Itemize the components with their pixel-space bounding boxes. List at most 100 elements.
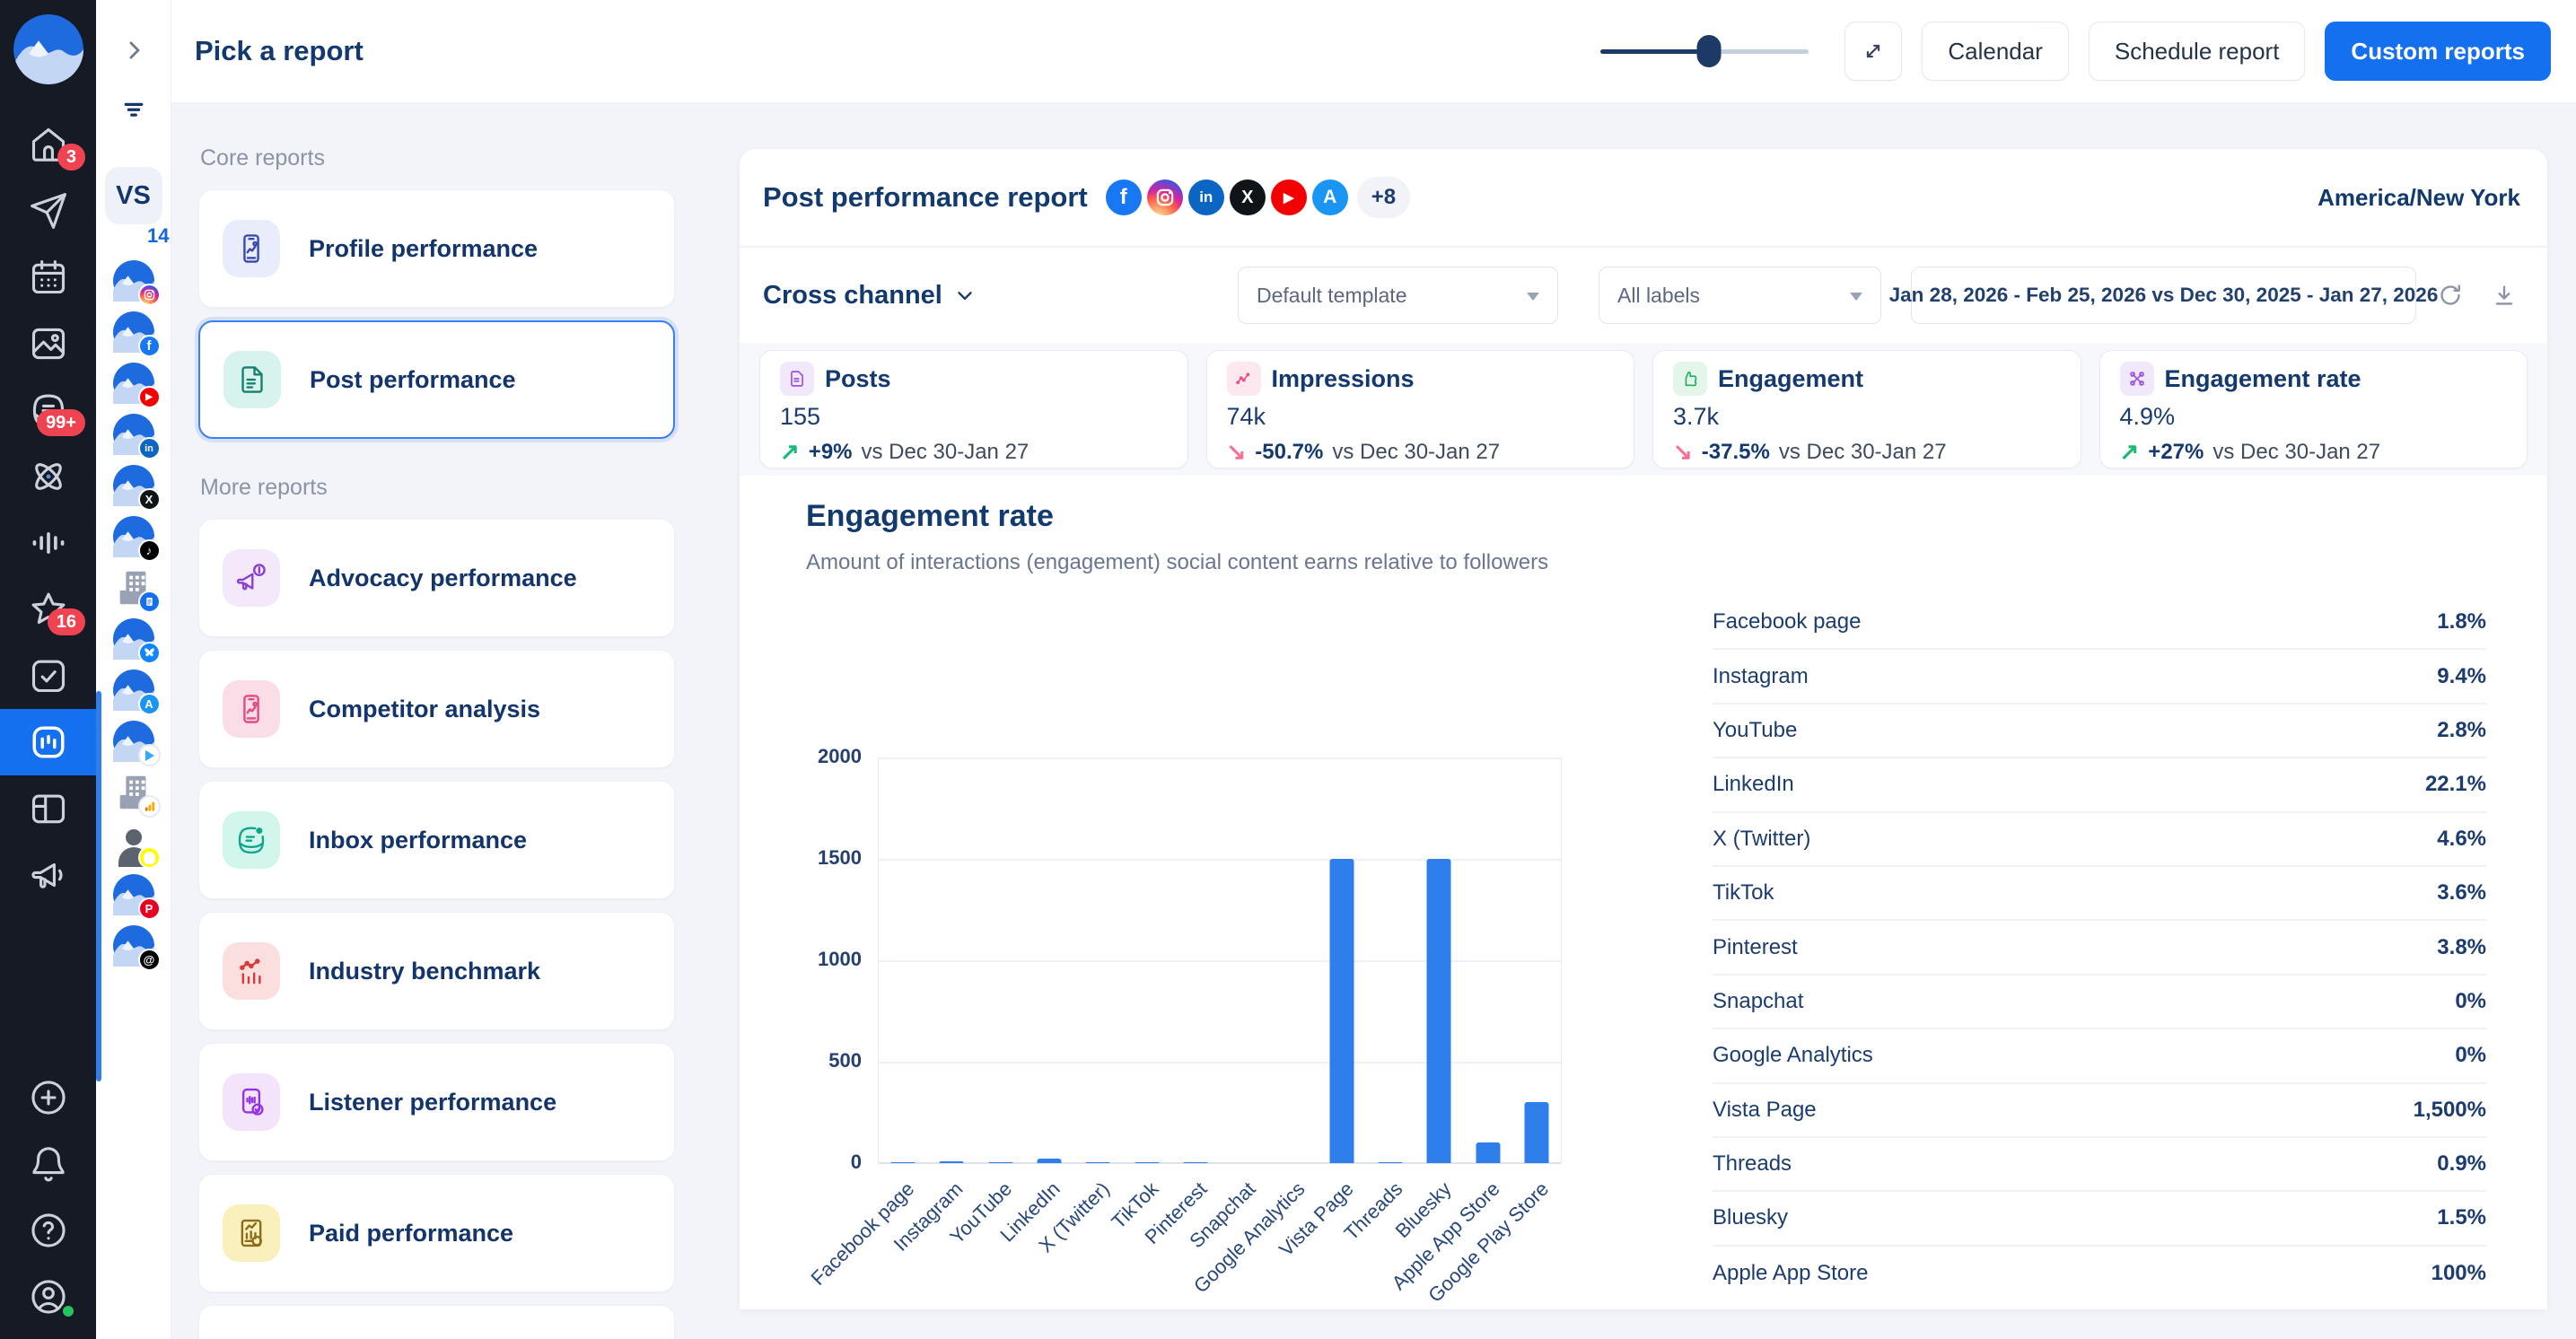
bar-google-analytics[interactable] [1268, 757, 1317, 1163]
nav-create[interactable] [0, 1064, 96, 1131]
metric-card-engagement-rate[interactable]: Engagement rate 4.9% ↗+27%vs Dec 30-Jan … [2099, 350, 2528, 468]
row-value: 2.8% [2437, 718, 2486, 743]
profile-snapchat[interactable] [113, 823, 154, 864]
profile-bluesky[interactable] [113, 618, 154, 660]
profile-x-twitter[interactable]: X [113, 465, 154, 506]
schedule-report-button[interactable]: Schedule report [2089, 22, 2306, 81]
nav-calendar[interactable] [0, 244, 96, 311]
linkedin-icon: in [138, 437, 161, 459]
template-select-value: Default template [1257, 284, 1406, 308]
workspace-tile[interactable]: VS 14 [105, 167, 162, 224]
profile-tiktok[interactable]: ♪ [113, 516, 154, 557]
profile-apple-app-store[interactable]: A [113, 670, 154, 711]
expand-button[interactable] [1844, 22, 1902, 81]
refresh-button[interactable] [2431, 276, 2470, 315]
profile-google-play[interactable] [113, 721, 154, 762]
bar-instagram[interactable] [927, 757, 976, 1163]
nav-reviews[interactable]: 16 [0, 576, 96, 643]
filter-icon [120, 96, 147, 123]
metric-delta: +27% [2148, 440, 2204, 465]
nav-feeds[interactable] [0, 775, 96, 842]
bar-bluesky[interactable] [1415, 757, 1463, 1163]
more-networks-chip[interactable]: +8 [1357, 177, 1410, 218]
bar-facebook-page[interactable] [879, 757, 927, 1163]
rail-scrollbar-thumb[interactable] [96, 691, 101, 1081]
report-card-industry-benchmark[interactable]: Industry benchmark [198, 912, 675, 1030]
report-card-label: Advocacy performance [309, 564, 577, 592]
bar-apple-app-store[interactable] [1463, 757, 1511, 1163]
report-networks: f in X ▶ A [1106, 179, 1348, 215]
snapchat-icon [138, 846, 161, 869]
nav-media[interactable] [0, 311, 96, 377]
zoom-slider[interactable] [1600, 35, 1809, 67]
nav-automation[interactable] [0, 443, 96, 510]
profile-linkedin[interactable]: in [113, 414, 154, 455]
impressions-icon [1227, 362, 1261, 396]
nav-publish[interactable] [0, 178, 96, 244]
nav-inbox[interactable]: 99+ [0, 377, 96, 443]
y-tick: 2000 [775, 745, 862, 768]
primary-sidebar: 3 99+ 16 [0, 0, 96, 1339]
nav-tasks[interactable] [0, 643, 96, 709]
metric-value: 155 [780, 403, 1168, 431]
bar-snapchat[interactable] [1220, 757, 1268, 1163]
nav-help[interactable] [0, 1197, 96, 1264]
report-card-listener-performance[interactable]: Listener performance [198, 1043, 675, 1161]
profile-facebook[interactable]: f [113, 311, 154, 353]
report-card-profile-performance[interactable]: Profile performance [198, 189, 675, 308]
report-card-label: Post performance [310, 366, 516, 394]
template-select[interactable]: Default template [1238, 267, 1558, 324]
collapse-rail-button[interactable] [110, 27, 157, 74]
metric-card-impressions[interactable]: Impressions 74k ↘-50.7%vs Dec 30-Jan 27 [1206, 350, 1635, 468]
bar-tiktok[interactable] [1122, 757, 1170, 1163]
nav-advocacy[interactable] [0, 842, 96, 908]
date-range-picker[interactable]: Jan 28, 2026 - Feb 25, 2026 vs Dec 30, 2… [1911, 267, 2416, 324]
nav-analytics[interactable] [0, 709, 96, 775]
bar-x-twitter[interactable] [1073, 757, 1122, 1163]
metric-card-engagement[interactable]: Engagement 3.7k ↘-37.5%vs Dec 30-Jan 27 [1652, 350, 2081, 468]
bar-youtube[interactable] [977, 757, 1025, 1163]
profile-youtube[interactable]: ▶ [113, 363, 154, 404]
report-card-advocacy-performance[interactable]: Advocacy performance [198, 519, 675, 637]
profile-threads[interactable]: @ [113, 925, 154, 967]
report-card-competitor-analysis[interactable]: Competitor analysis [198, 650, 675, 768]
y-tick: 1500 [775, 846, 862, 870]
bar-vista-page[interactable] [1318, 757, 1366, 1163]
calendar-button[interactable]: Calendar [1922, 22, 2069, 81]
labels-select[interactable]: All labels [1599, 267, 1881, 324]
metric-value: 74k [1227, 403, 1615, 431]
filter-profiles-button[interactable] [110, 86, 157, 133]
nav-notifications[interactable] [0, 1131, 96, 1197]
advocacy-performance-icon [223, 549, 280, 607]
profile-google-business[interactable] [113, 567, 154, 608]
nav-account[interactable] [0, 1264, 96, 1330]
layout-icon [29, 789, 68, 828]
custom-reports-button[interactable]: Custom reports [2325, 22, 2551, 81]
download-button[interactable] [2484, 276, 2524, 315]
report-card-label: Industry benchmark [309, 958, 540, 985]
report-card-paid-performance[interactable]: Paid performance [198, 1174, 675, 1292]
channel-dropdown[interactable]: Cross channel [763, 281, 977, 311]
bar-linkedin[interactable] [1025, 757, 1073, 1163]
profile-instagram[interactable] [113, 260, 154, 302]
slider-knob[interactable] [1696, 35, 1721, 67]
app-logo[interactable] [13, 14, 83, 84]
table-row: Vista Page1,500% [1713, 1084, 2486, 1138]
report-card-inbox-performance[interactable]: Inbox performance [198, 781, 675, 899]
channel-label: Cross channel [763, 281, 942, 311]
profile-pinterest[interactable]: P [113, 874, 154, 915]
report-card-post-performance[interactable]: Post performance [198, 320, 675, 439]
profile-google-analytics[interactable] [113, 772, 154, 813]
row-value: 4.6% [2437, 827, 2486, 852]
metric-card-posts[interactable]: Posts 155 ↗+9%vs Dec 30-Jan 27 [759, 350, 1188, 468]
google-analytics-icon [138, 795, 161, 818]
bar-threads[interactable] [1366, 757, 1415, 1163]
bar-series [879, 757, 1561, 1163]
nav-home[interactable]: 3 [0, 111, 96, 178]
facebook-icon: f [1106, 179, 1142, 215]
report-card-partial[interactable] [198, 1305, 675, 1339]
bar-google-play-store[interactable] [1512, 757, 1561, 1163]
workspace-profile-count: 14 [147, 224, 169, 248]
nav-listening[interactable] [0, 510, 96, 576]
bar-pinterest[interactable] [1171, 757, 1220, 1163]
